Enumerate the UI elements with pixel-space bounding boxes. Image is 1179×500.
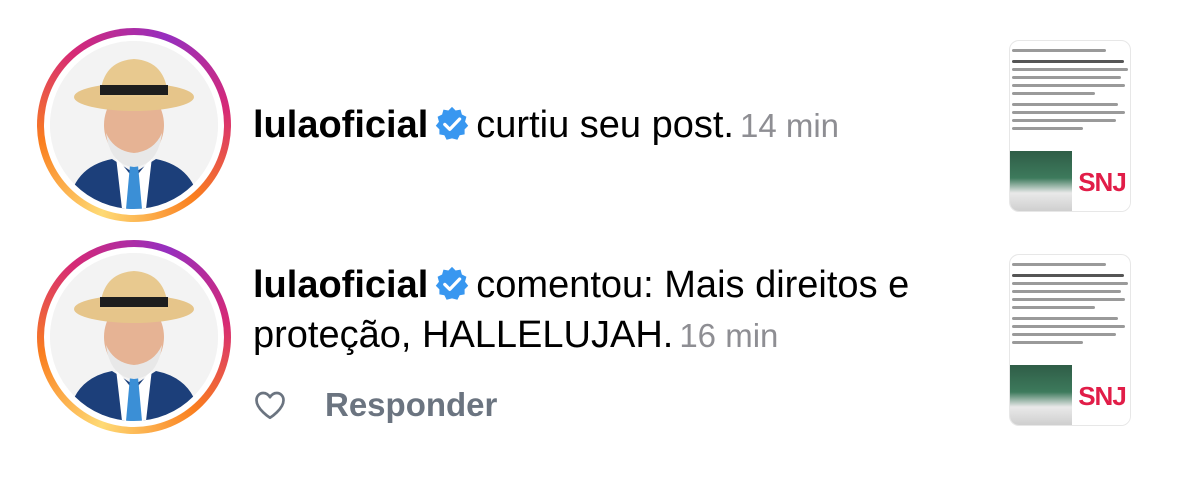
verified-badge-icon (434, 265, 470, 301)
notification-action-text: curtiu seu post. (476, 104, 734, 146)
thumbnail-logo: SNJ (1074, 367, 1130, 425)
notification-row[interactable]: lulaoficial comentou: Mais direitos e pro… (0, 240, 1179, 460)
verified-badge-icon (434, 105, 470, 141)
post-thumbnail[interactable]: SNJ (1009, 40, 1131, 212)
thumbnail-photo (1010, 365, 1072, 425)
username-link[interactable]: lulaoficial (253, 264, 428, 306)
thumbnail-photo (1010, 151, 1072, 211)
notification-text: lulaoficial curtiu seu post. 14 min (253, 100, 973, 151)
profile-photo (50, 253, 218, 421)
avatar-story-ring[interactable] (37, 240, 231, 434)
thumbnail-text-lines (1010, 49, 1130, 135)
timestamp: 16 min (679, 317, 779, 354)
avatar-story-ring[interactable] (37, 28, 231, 222)
thumbnail-text-lines (1010, 263, 1130, 349)
username-link[interactable]: lulaoficial (253, 104, 428, 146)
avatar[interactable] (50, 41, 218, 209)
avatar[interactable] (50, 253, 218, 421)
thumbnail-logo: SNJ (1074, 153, 1130, 211)
timestamp: 14 min (739, 107, 840, 144)
post-thumbnail[interactable]: SNJ (1009, 254, 1131, 426)
notification-row[interactable]: lulaoficial curtiu seu post. 14 min SNJ (0, 28, 1179, 228)
notification-text: lulaoficial comentou: Mais direitos e pro… (253, 260, 983, 361)
reply-button[interactable]: Responder (325, 385, 497, 425)
heart-outline-icon[interactable] (252, 387, 288, 423)
profile-photo (50, 41, 218, 209)
